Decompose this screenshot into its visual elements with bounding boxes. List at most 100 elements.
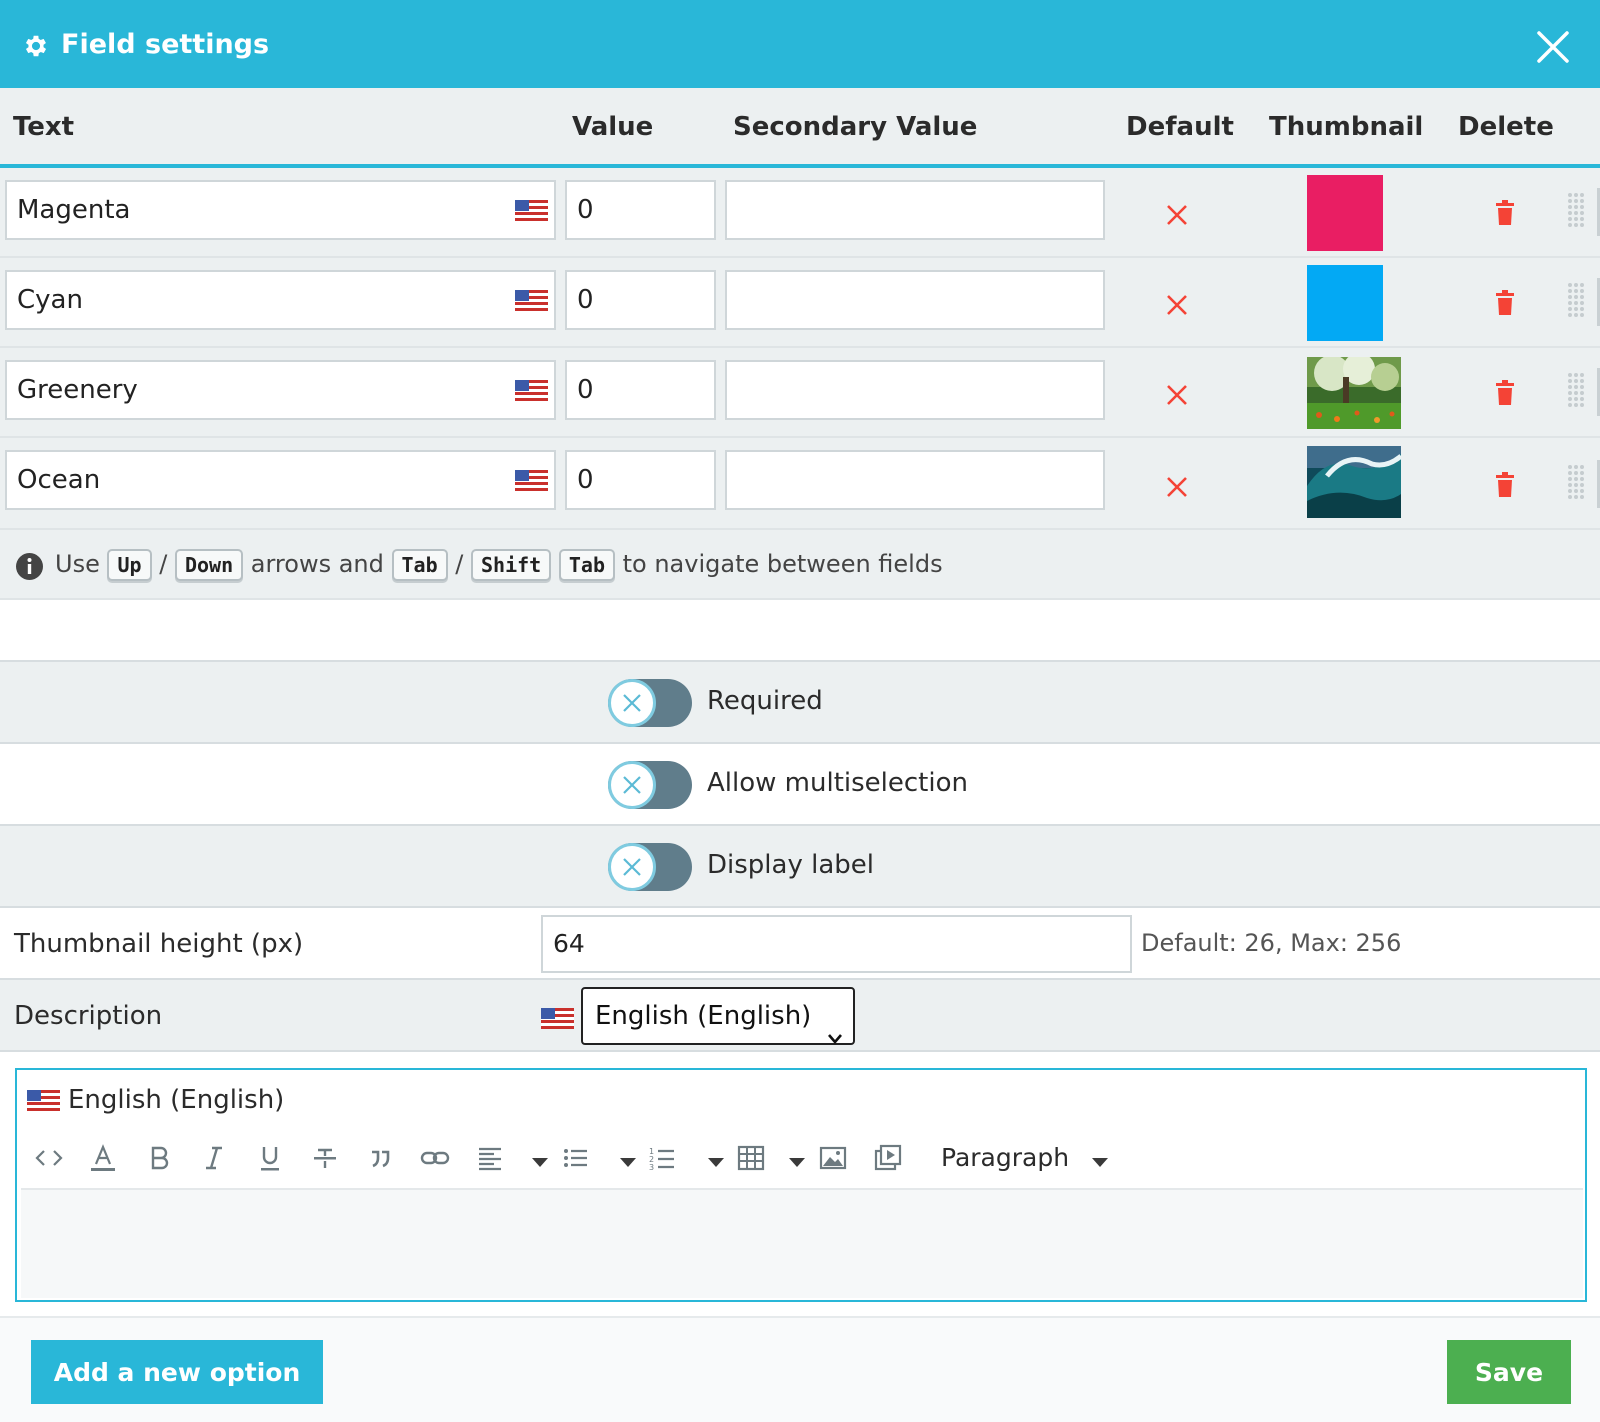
option-secondary-value-input[interactable]: [725, 450, 1105, 510]
trash-icon[interactable]: [1495, 200, 1515, 226]
option-value-input[interactable]: 0: [565, 450, 716, 510]
drag-handle-icon[interactable]: [1567, 282, 1585, 318]
description-editor-section: English (English) 123 Paragraph: [0, 1052, 1600, 1316]
save-button[interactable]: Save: [1447, 1340, 1571, 1404]
options-table-header: Text Value Secondary Value Default Thumb…: [0, 88, 1600, 168]
option-text-value: Cyan: [17, 285, 83, 315]
required-label: Required: [707, 686, 823, 716]
thumbnail-color-swatch[interactable]: [1307, 175, 1383, 251]
trash-icon[interactable]: [1495, 290, 1515, 316]
underline-icon[interactable]: [254, 1142, 286, 1174]
option-secondary-value-input[interactable]: [725, 360, 1105, 420]
description-row: Description English (English): [0, 980, 1600, 1052]
required-toggle-row: Required: [0, 662, 1600, 744]
block-format-caret-icon[interactable]: [1092, 1153, 1108, 1167]
option-secondary-value-input[interactable]: [725, 180, 1105, 240]
block-format-dropdown[interactable]: Paragraph: [941, 1141, 1069, 1175]
strikethrough-icon[interactable]: [309, 1142, 341, 1174]
table-icon[interactable]: [735, 1142, 767, 1174]
option-row: Greenery 0: [0, 348, 1600, 438]
option-row: Cyan 0: [0, 258, 1600, 348]
link-icon[interactable]: [419, 1142, 451, 1174]
option-text-input[interactable]: Ocean: [5, 450, 556, 510]
kbd-tab: Tab: [558, 549, 615, 581]
align-left-icon[interactable]: [474, 1142, 506, 1174]
trash-icon[interactable]: [1495, 472, 1515, 498]
thumbnail-height-input[interactable]: 64: [541, 915, 1132, 973]
multiselection-label: Allow multiselection: [707, 768, 968, 798]
video-icon[interactable]: [872, 1142, 904, 1174]
required-toggle[interactable]: [608, 679, 692, 727]
blockquote-icon[interactable]: [364, 1142, 396, 1174]
bulleted-list-icon[interactable]: [560, 1142, 592, 1174]
description-label: Description: [14, 1001, 163, 1031]
toggle-knob: [608, 843, 656, 891]
column-header-text: Text: [13, 112, 75, 142]
rich-text-editor: English (English) 123 Paragraph: [15, 1068, 1587, 1302]
us-flag-icon: [515, 380, 548, 401]
thumbnail-greenery-image[interactable]: [1307, 353, 1401, 429]
hint-use: Use: [55, 550, 100, 578]
table-dropdown-caret-icon[interactable]: [789, 1153, 805, 1167]
multiselection-toggle-row: Allow multiselection: [0, 744, 1600, 826]
option-secondary-value-input[interactable]: [725, 270, 1105, 330]
trash-icon[interactable]: [1495, 380, 1515, 406]
multiselection-toggle[interactable]: [608, 761, 692, 809]
editor-language-label: English (English): [68, 1085, 285, 1115]
option-value-input[interactable]: 0: [565, 180, 716, 240]
us-flag-icon: [27, 1090, 60, 1111]
numbered-list-icon[interactable]: 123: [647, 1142, 679, 1174]
default-unset-icon[interactable]: [1166, 476, 1188, 498]
gear-icon: [22, 32, 50, 60]
close-icon[interactable]: [1536, 30, 1570, 64]
numbered-list-dropdown-caret-icon[interactable]: [708, 1153, 724, 1167]
toggle-knob: [608, 761, 656, 809]
description-language-select[interactable]: English (English): [581, 987, 855, 1045]
font-color-icon[interactable]: [87, 1142, 119, 1174]
option-text-input[interactable]: Greenery: [5, 360, 556, 420]
us-flag-icon: [515, 290, 548, 311]
code-view-icon[interactable]: [33, 1142, 65, 1174]
editor-content-area[interactable]: [21, 1188, 1583, 1298]
modal-footer: Add a new option Save: [0, 1316, 1600, 1422]
option-value-input[interactable]: 0: [565, 360, 716, 420]
default-unset-icon[interactable]: [1166, 204, 1188, 226]
default-unset-icon[interactable]: [1166, 384, 1188, 406]
thumbnail-color-swatch[interactable]: [1307, 265, 1383, 341]
column-header-secondary-value: Secondary Value: [733, 112, 978, 142]
add-new-option-button[interactable]: Add a new option: [31, 1340, 323, 1404]
option-value-input[interactable]: 0: [565, 270, 716, 330]
thumbnail-ocean-image[interactable]: [1307, 446, 1403, 518]
modal-header: Field settings: [0, 0, 1600, 88]
bold-icon[interactable]: [143, 1142, 175, 1174]
kbd-down: Down: [174, 549, 244, 581]
display-label-toggle[interactable]: [608, 843, 692, 891]
drag-handle-icon[interactable]: [1567, 192, 1585, 228]
option-text-input[interactable]: Magenta: [5, 180, 556, 240]
hint-slash: /: [455, 550, 464, 578]
display-label-label: Display label: [707, 850, 874, 880]
column-header-default: Default: [1126, 112, 1234, 142]
option-text-input[interactable]: Cyan: [5, 270, 556, 330]
thumbnail-height-label: Thumbnail height (px): [14, 929, 304, 959]
info-icon: [16, 553, 43, 580]
field-settings-modal: Field settings Text Value Secondary Valu…: [0, 0, 1600, 1422]
drag-handle-icon[interactable]: [1567, 464, 1585, 500]
italic-icon[interactable]: [198, 1142, 230, 1174]
section-spacer: [0, 600, 1600, 662]
image-icon[interactable]: [817, 1142, 849, 1174]
drag-handle-icon[interactable]: [1567, 372, 1585, 408]
option-row: Ocean 0: [0, 438, 1600, 530]
kbd-up: Up: [107, 549, 152, 581]
align-dropdown-caret-icon[interactable]: [532, 1153, 548, 1167]
display-label-toggle-row: Display label: [0, 826, 1600, 908]
hint-text: Use Up / Down arrows and Tab / Shift Tab…: [55, 547, 943, 581]
us-flag-icon: [541, 1008, 574, 1029]
bulleted-list-dropdown-caret-icon[interactable]: [620, 1153, 636, 1167]
toggle-knob: [608, 679, 656, 727]
default-unset-icon[interactable]: [1166, 294, 1188, 316]
editor-toolbar: 123 Paragraph: [17, 1130, 1585, 1186]
keyboard-hint: Use Up / Down arrows and Tab / Shift Tab…: [0, 530, 1600, 600]
kbd-tab: Tab: [391, 549, 448, 581]
option-row: Magenta 0: [0, 168, 1600, 258]
